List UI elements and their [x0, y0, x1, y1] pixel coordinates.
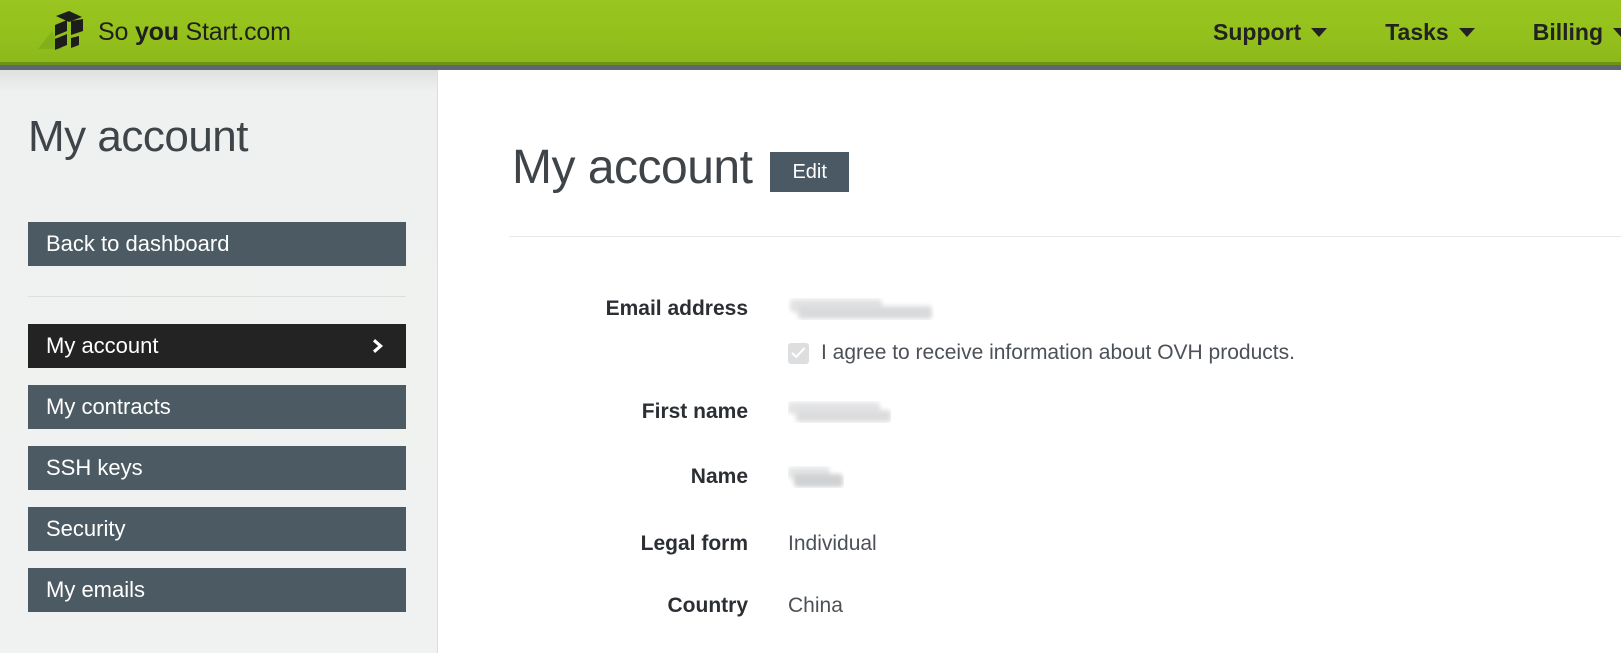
- sidebar-item-my-account[interactable]: My account: [28, 324, 406, 368]
- page-title: My account: [512, 141, 753, 194]
- nav-item-billing-label: Billing: [1532, 19, 1603, 45]
- field-row-country: Country China: [439, 595, 1621, 617]
- field-row-name: Name: [439, 466, 1621, 493]
- page-header-rule: [509, 236, 1621, 237]
- nav-item-support[interactable]: Support: [1213, 19, 1328, 46]
- field-value-email-address: [788, 298, 934, 325]
- newsletter-agreement-checkbox[interactable]: [788, 342, 809, 364]
- redacted-first-name-value: [788, 401, 891, 423]
- brand-name-part1: So: [98, 17, 135, 46]
- main-content: My account Edit Email address I agree to…: [439, 70, 1621, 653]
- account-details-form: Email address I agree to receive informa…: [439, 298, 1621, 617]
- field-label-email-address: Email address: [605, 297, 748, 320]
- sidebar-item-security[interactable]: Security: [28, 507, 406, 551]
- field-label-legal-form: Legal form: [640, 532, 748, 555]
- sidebar-item-security-label: Security: [46, 516, 126, 541]
- sidebar-item-my-contracts[interactable]: My contracts: [28, 385, 406, 429]
- chevron-down-icon: [1311, 28, 1328, 37]
- chevron-down-icon: [1458, 28, 1475, 37]
- field-value-name: [788, 466, 844, 493]
- field-value-legal-form: Individual: [788, 532, 877, 555]
- chevron-down-icon: [1613, 28, 1621, 37]
- edit-button[interactable]: Edit: [770, 152, 849, 192]
- brand-name-bold: you: [134, 17, 179, 46]
- field-label-name: Name: [690, 465, 748, 488]
- page-header: My account Edit: [512, 144, 849, 192]
- sidebar-item-my-emails-label: My emails: [46, 577, 146, 602]
- sidebar-title: My account: [28, 112, 248, 161]
- brand-name: So you Start.com: [98, 18, 291, 47]
- field-row-first-name: First name: [439, 401, 1621, 428]
- sidebar: My account Back to dashboard My account …: [0, 70, 438, 653]
- brand-logo[interactable]: So you Start.com: [36, 8, 291, 56]
- redacted-email-value: [788, 298, 934, 320]
- newsletter-agreement-label: I agree to receive information about OVH…: [821, 341, 1295, 364]
- sidebar-divider: [28, 296, 406, 297]
- nav-item-support-label: Support: [1213, 19, 1302, 45]
- cube-logo-icon: [36, 9, 90, 55]
- back-to-dashboard-button[interactable]: Back to dashboard: [28, 222, 406, 266]
- top-navigation: Support Tasks Billing: [1155, 0, 1621, 65]
- sidebar-item-ssh-keys-label: SSH keys: [46, 455, 143, 480]
- sidebar-item-my-contracts-label: My contracts: [46, 394, 171, 419]
- field-value-first-name: [788, 401, 891, 428]
- sidebar-item-my-emails[interactable]: My emails: [28, 568, 406, 612]
- field-value-country: China: [788, 594, 843, 617]
- redacted-name-value: [788, 466, 844, 488]
- nav-item-billing[interactable]: Billing: [1533, 19, 1621, 46]
- nav-item-tasks-label: Tasks: [1385, 19, 1449, 45]
- field-row-email-address: Email address: [439, 298, 1621, 325]
- sidebar-item-ssh-keys[interactable]: SSH keys: [28, 446, 406, 490]
- brand-name-part2: Start.com: [178, 17, 291, 46]
- newsletter-agreement-row: I agree to receive information about OVH…: [788, 342, 1621, 364]
- back-to-dashboard-label: Back to dashboard: [46, 231, 230, 256]
- nav-item-tasks[interactable]: Tasks: [1385, 19, 1475, 46]
- sidebar-navigation: Back to dashboard My account My contract…: [28, 222, 406, 629]
- field-row-legal-form: Legal form Individual: [439, 533, 1621, 555]
- field-label-first-name: First name: [641, 400, 748, 423]
- sidebar-item-my-account-label: My account: [46, 333, 159, 358]
- chevron-right-icon: [370, 337, 388, 355]
- field-label-country: Country: [667, 594, 749, 617]
- top-header-bar: So you Start.com Support Tasks Billing: [0, 0, 1621, 65]
